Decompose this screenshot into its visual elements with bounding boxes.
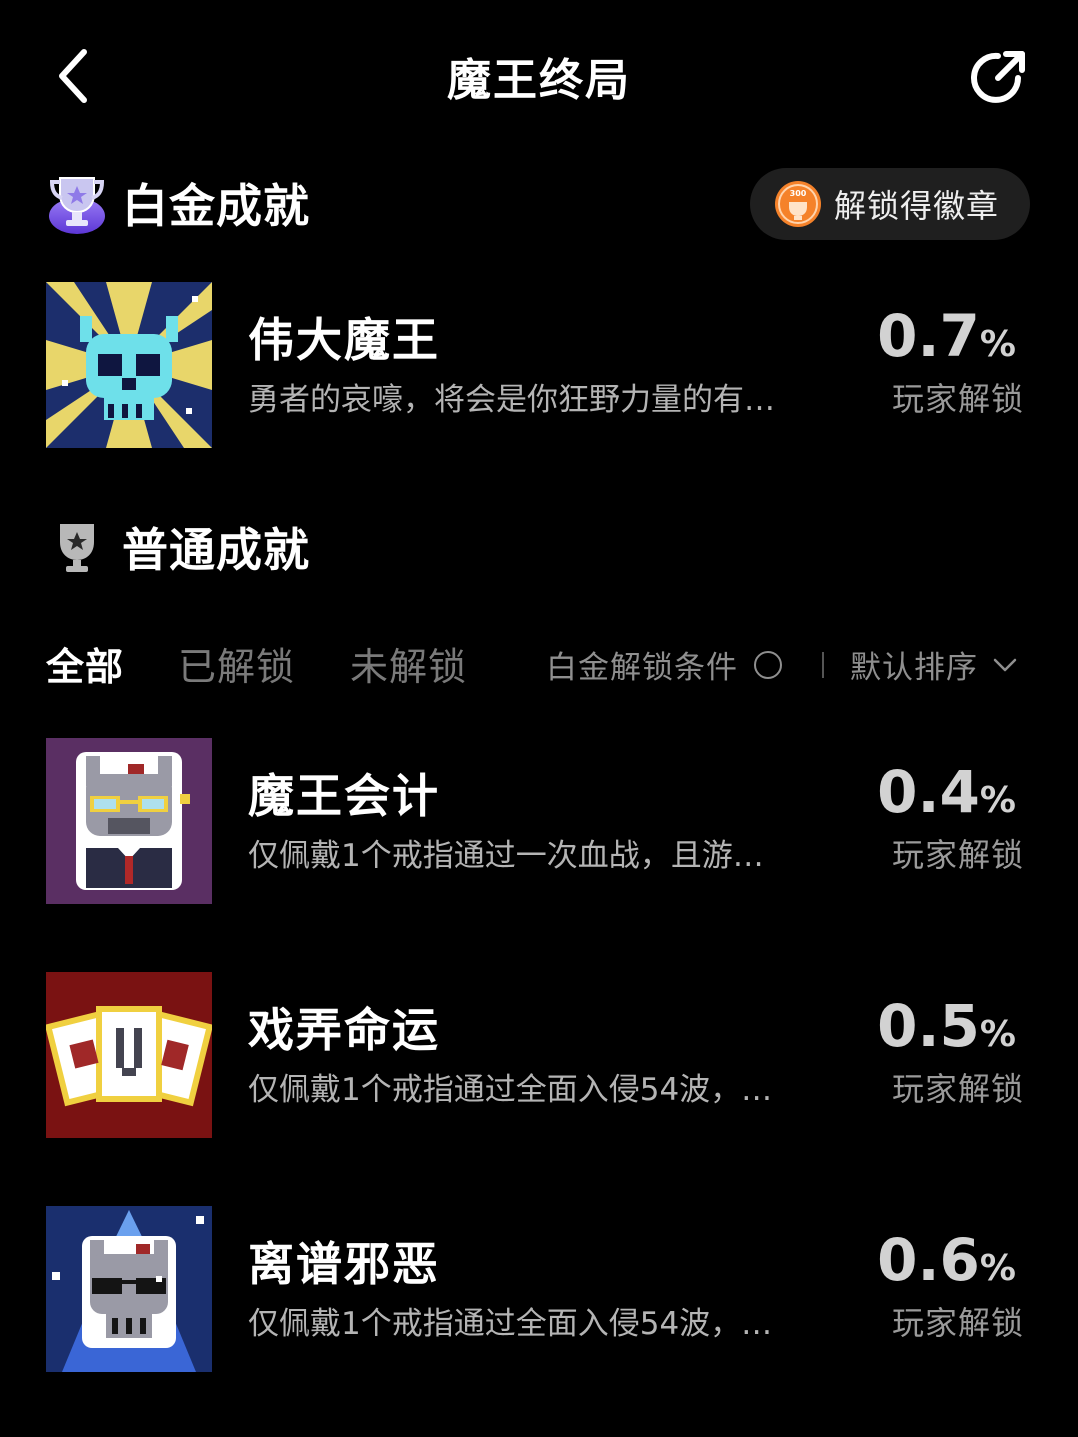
achievement-desc: 仅佩戴1个戒指通过全面入侵54波，… [248,1306,773,1342]
platinum-trophy-icon [49,177,105,234]
achievement-name: 离谱邪恶 [248,1237,440,1291]
achievement-name: 魔王会计 [248,769,440,823]
percent-unit: % [979,324,1016,365]
normal-section-header: 普通成就 [46,512,310,582]
percent-value: 0.7 [877,302,980,370]
condition-label: 白金解锁条件 [546,650,738,686]
achievement-row[interactable]: 戏弄命运 仅佩戴1个戒指通过全面入侵54波，… 0.5% 玩家解锁 [46,972,1030,1138]
unlock-percent: 0.5% [877,992,1016,1060]
tab-locked[interactable]: 未解锁 [350,636,467,691]
unlock-badge-label: 解锁得徽章 [834,187,1000,225]
accountant-demon-icon [46,738,212,904]
percent-unit: % [979,780,1016,821]
platinum-achievement-row[interactable]: 伟大魔王 勇者的哀嚎，将会是你狂野力量的有… 0.7% 玩家解锁 [46,282,1030,448]
achievement-desc: 仅佩戴1个戒指通过一次血战，且游… [248,838,764,874]
unlock-percent: 0.6% [877,1226,1016,1294]
unlock-percent: 0.4% [877,758,1016,826]
trophy-icon [60,524,94,572]
achievement-desc: 勇者的哀嚎，将会是你狂野力量的有… [248,382,775,418]
percent-value: 0.5 [877,992,980,1060]
playing-cards-icon [46,972,212,1138]
top-bar: 魔王终局 [0,0,1078,150]
sort-label: 默认排序 [850,650,978,686]
unlock-percent: 0.7% [877,302,1016,370]
platinum-condition-toggle[interactable]: 白金解锁条件 [546,642,782,687]
radio-icon [754,650,782,679]
orange-medal-icon: 300 [775,181,821,227]
unlock-label: 玩家解锁 [891,1070,1024,1108]
platinum-section-header: 白金成就 [46,168,310,238]
achievement-row[interactable]: 魔王会计 仅佩戴1个戒指通过一次血战，且游… 0.4% 玩家解锁 [46,738,1030,904]
share-arrow-icon [971,51,1025,103]
filter-divider [822,652,824,678]
percent-unit: % [979,1014,1016,1055]
tab-all[interactable]: 全部 [46,636,124,691]
normal-section-title: 普通成就 [122,523,310,577]
medal-number: 300 [790,189,807,198]
share-button[interactable] [966,44,1032,110]
tab-unlocked[interactable]: 已解锁 [178,636,295,691]
achievement-row[interactable]: 离谱邪恶 仅佩戴1个戒指通过全面入侵54波，… 0.6% 玩家解锁 [46,1206,1030,1372]
filter-bar: 全部 已解锁 未解锁 白金解锁条件 默认排序 [46,630,1030,694]
page-title: 魔王终局 [447,55,631,106]
percent-unit: % [979,1248,1016,1289]
chevron-down-icon [993,658,1017,671]
achievement-name: 伟大魔王 [248,313,440,367]
percent-value: 0.6 [877,1226,980,1294]
unlock-badge-button[interactable]: 300 解锁得徽章 [750,168,1030,240]
achievement-name: 戏弄命运 [248,1003,440,1057]
unlock-label: 玩家解锁 [891,836,1024,874]
sort-dropdown[interactable]: 默认排序 [850,642,1018,687]
sunglasses-demon-icon [46,1206,212,1372]
unlock-label: 玩家解锁 [891,1304,1024,1342]
platinum-section-title: 白金成就 [122,179,310,233]
percent-value: 0.4 [877,758,980,826]
cyan-demon-skull-icon [46,282,212,448]
achievement-desc: 仅佩戴1个戒指通过全面入侵54波，… [248,1072,773,1108]
unlock-label: 玩家解锁 [891,380,1024,418]
